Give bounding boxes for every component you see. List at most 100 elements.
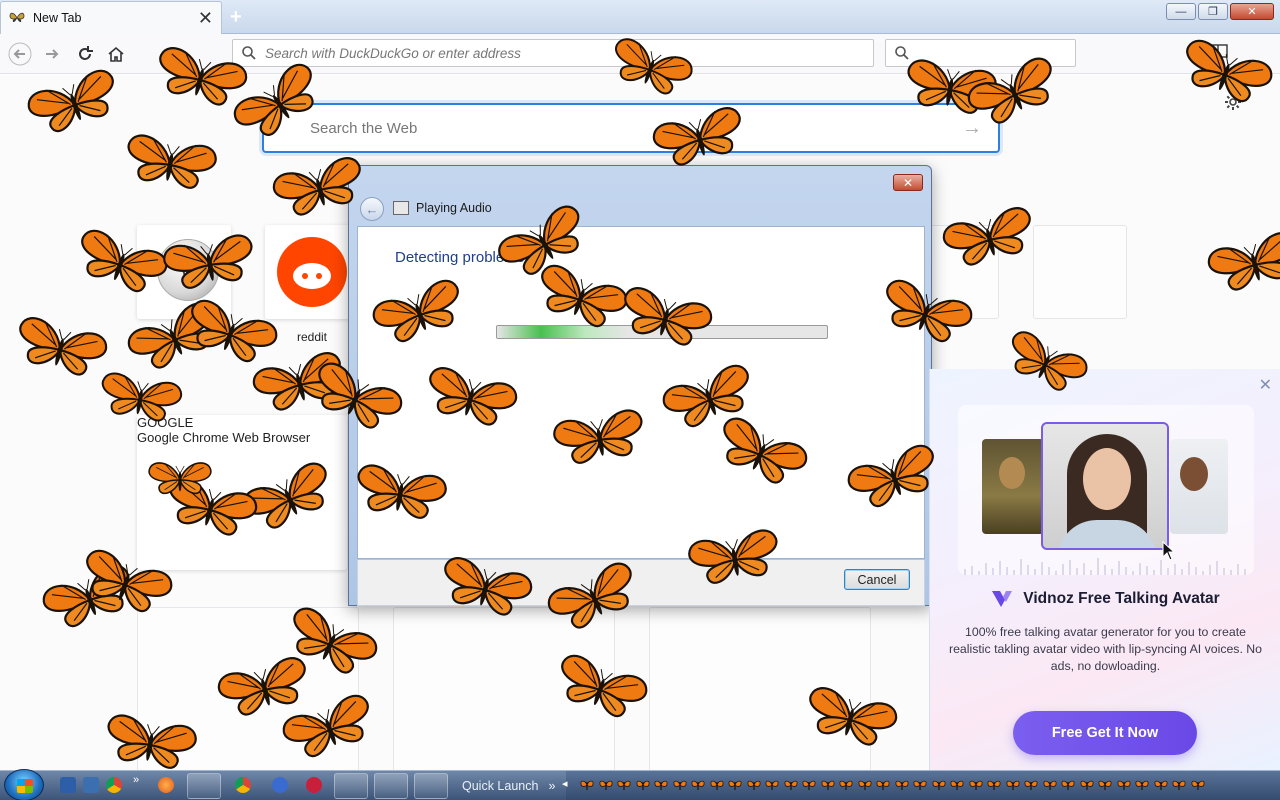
app-icon[interactable] — [272, 777, 288, 793]
maximize-button[interactable]: ❐ — [1198, 3, 1228, 20]
tray-butterfly-icon[interactable] — [1116, 780, 1131, 791]
tray-butterfly-icon[interactable] — [617, 780, 631, 791]
progress-fill — [497, 326, 629, 338]
chrome-icon[interactable] — [106, 777, 122, 793]
tray-butterfly-icon[interactable] — [1042, 780, 1057, 791]
taskbar-notepad-button[interactable] — [374, 773, 408, 799]
toolbar-search-box[interactable] — [885, 39, 1076, 67]
tray-butterfly-icon[interactable] — [802, 780, 816, 791]
tray-butterfly-icon[interactable] — [1135, 780, 1149, 791]
start-button[interactable] — [4, 769, 44, 800]
top-site-reddit[interactable] — [265, 225, 359, 319]
tray-butterfly-icon[interactable] — [1079, 780, 1094, 791]
gear-icon[interactable] — [1224, 93, 1242, 116]
tray-butterfly-icon[interactable] — [950, 780, 964, 791]
search-icon — [242, 46, 256, 60]
tray-butterfly-icon[interactable] — [728, 780, 742, 791]
address-bar[interactable]: Search with DuckDuckGo or enter address — [232, 39, 874, 67]
new-tab-button[interactable]: + — [230, 6, 242, 29]
address-bar-placeholder: Search with DuckDuckGo or enter address — [265, 45, 521, 61]
tray-butterfly-icon[interactable] — [783, 780, 798, 791]
home-icon — [108, 46, 124, 62]
ad-brand: Vidnoz Free Talking Avatar — [930, 589, 1280, 609]
close-window-button[interactable]: ✕ — [1230, 3, 1274, 20]
back-button[interactable] — [8, 42, 32, 66]
free-get-it-now-button[interactable]: Free Get It Now — [1013, 711, 1197, 755]
chrome-icon[interactable] — [235, 777, 251, 793]
tray-butterfly-icon[interactable] — [968, 780, 983, 791]
tray-butterfly-icon[interactable] — [857, 780, 872, 791]
navigation-toolbar: Search with DuckDuckGo or enter address — [0, 34, 1280, 74]
highlight-title: Google Chrome Web Browser — [137, 430, 311, 445]
tab-close-icon[interactable]: ✕ — [198, 9, 213, 27]
tray-butterfly-icon[interactable] — [580, 780, 594, 791]
browser-titlebar: New Tab ✕ + — ❐ ✕ — [0, 0, 1280, 34]
home-button[interactable] — [104, 42, 128, 66]
window-controls: — ❐ ✕ — [1166, 3, 1274, 20]
tray-butterfly-icon[interactable] — [1098, 780, 1112, 791]
tray-butterfly-icon[interactable] — [1024, 780, 1038, 791]
reddit-eye — [302, 273, 308, 279]
tray-butterfly-icon[interactable] — [987, 780, 1001, 791]
tray-butterfly-icon[interactable] — [1190, 780, 1205, 791]
tray-butterfly-icon[interactable] — [691, 780, 705, 791]
tray-butterfly-icon[interactable] — [1005, 780, 1020, 791]
vidnoz-logo-icon — [992, 591, 1013, 607]
search-submit-arrow-icon[interactable]: → — [962, 117, 982, 140]
switch-windows-icon[interactable] — [83, 777, 99, 793]
dialog-back-button[interactable]: ← — [360, 197, 384, 221]
reload-button[interactable] — [73, 42, 97, 66]
reddit-icon — [277, 237, 347, 307]
highlight-card[interactable]: GOOGLE Google Chrome Web Browser — [137, 415, 347, 570]
app-icon[interactable] — [306, 777, 322, 793]
dialog-title: Playing Audio — [416, 201, 492, 215]
dialog-body: Detecting problems — [357, 226, 925, 559]
tray-butterfly-icon[interactable] — [894, 780, 909, 791]
web-search-input[interactable]: Search the Web → — [262, 103, 1000, 153]
tray-butterfly-icon[interactable] — [746, 780, 761, 791]
tray-butterfly-icon[interactable] — [598, 780, 613, 791]
tray-butterfly-icon[interactable] — [913, 780, 927, 791]
tray-butterfly-icon[interactable] — [1061, 780, 1075, 791]
forward-arrow-icon — [46, 49, 59, 59]
show-desktop-icon[interactable] — [60, 777, 76, 793]
quick-launch-chevron[interactable]: » — [133, 774, 139, 786]
tray-butterfly-icon[interactable] — [709, 780, 724, 791]
tray-butterfly-icon[interactable] — [1153, 780, 1168, 791]
tray-butterfly-icon[interactable] — [839, 780, 853, 791]
quick-launch-chevron[interactable]: » — [548, 779, 555, 793]
quick-launch[interactable]: Quick Launch » — [462, 771, 562, 800]
tray-butterfly-icon[interactable] — [876, 780, 890, 791]
reddit-alien-face — [293, 263, 331, 289]
avatar-head — [1180, 457, 1208, 491]
tray-butterfly-icon[interactable] — [765, 780, 779, 791]
sidebar-toggle-button[interactable] — [1212, 44, 1228, 61]
taskbar-butterfly-app-button[interactable] — [187, 773, 221, 799]
ad-close-icon[interactable]: ✕ — [1259, 375, 1272, 395]
tab-title: New Tab — [33, 11, 82, 25]
tray-butterfly-icon[interactable] — [672, 780, 687, 791]
highlight-empty — [137, 607, 359, 772]
highlight-empty — [393, 607, 615, 772]
minimize-button[interactable]: — — [1166, 3, 1196, 20]
taskbar-troubleshooter-button[interactable] — [414, 773, 448, 799]
forward-button[interactable] — [40, 42, 64, 66]
tab-new-tab[interactable]: New Tab ✕ — [0, 1, 222, 34]
playing-audio-troubleshooter-dialog: ✕ ← Playing Audio Detecting problems Can… — [348, 165, 932, 606]
top-site-wikipedia[interactable]: W — [137, 225, 231, 319]
tray-butterfly-icon[interactable] — [1172, 780, 1186, 791]
wikipedia-logo-letter: W — [178, 258, 200, 282]
avatar-thumb-man — [1170, 439, 1228, 534]
windows-logo-icon — [17, 779, 33, 793]
tray-expand-arrow[interactable]: ◂ — [562, 777, 568, 790]
quick-launch-label: Quick Launch — [462, 779, 539, 793]
taskbar-app-button[interactable] — [334, 773, 368, 799]
back-arrow-icon — [8, 42, 32, 66]
tray-butterfly-icon[interactable] — [654, 780, 668, 791]
cancel-button[interactable]: Cancel — [844, 569, 910, 590]
tray-butterfly-icon[interactable] — [635, 780, 650, 791]
dialog-close-button[interactable]: ✕ — [893, 174, 923, 191]
tray-butterfly-icon[interactable] — [931, 780, 946, 791]
firefox-icon[interactable] — [158, 777, 174, 793]
tray-butterfly-icon[interactable] — [820, 780, 835, 791]
